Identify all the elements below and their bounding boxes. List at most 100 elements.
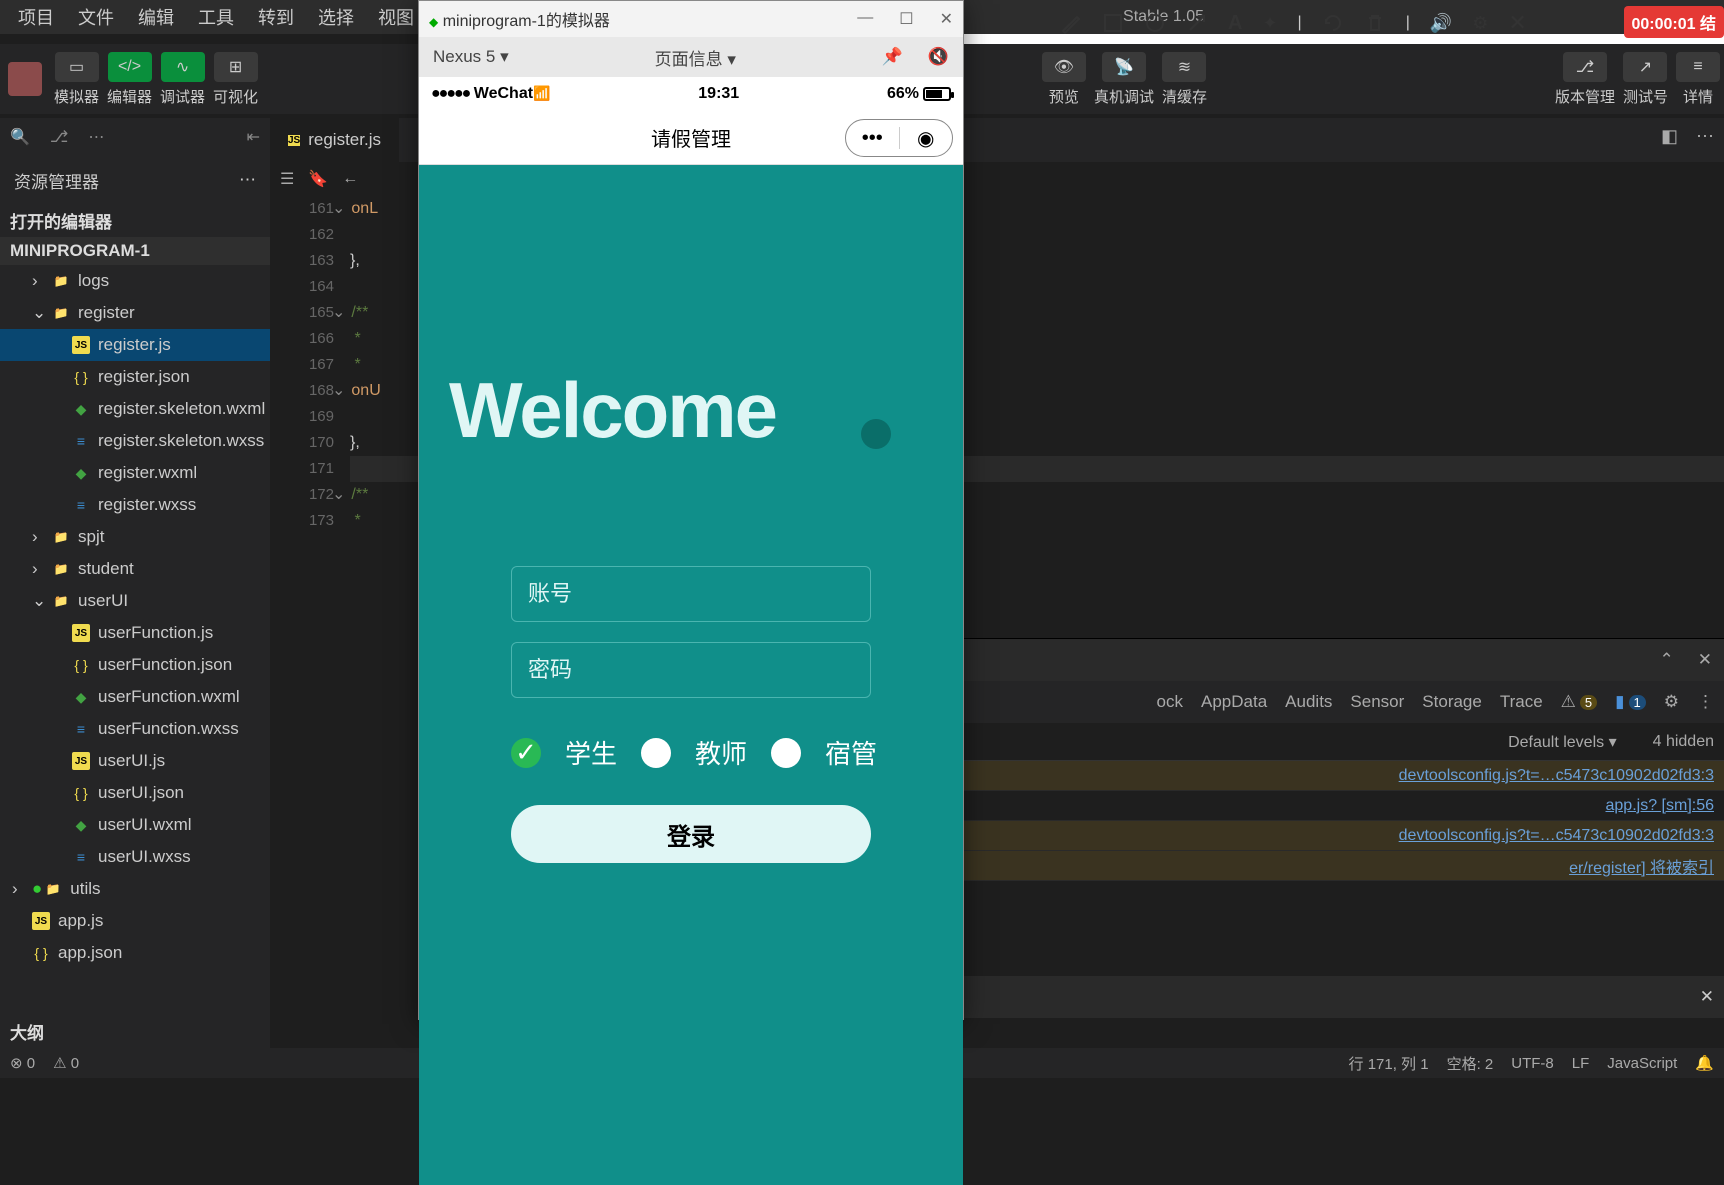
status-bell-icon[interactable]: 🔔 (1695, 1054, 1714, 1072)
subtab-storage[interactable]: Storage (1422, 692, 1482, 712)
status-warnings[interactable]: ⚠ 0 (53, 1054, 79, 1072)
sim-close-icon[interactable]: ✕ (940, 9, 953, 29)
drawer-close-icon[interactable]: ✕ (1700, 987, 1714, 1007)
visual-toggle[interactable]: ⊞可视化 (213, 52, 258, 107)
file-app.js[interactable]: JSapp.js (0, 905, 270, 937)
subtab-trace[interactable]: Trace (1500, 692, 1543, 712)
sim-titlebar[interactable]: ◆ miniprogram-1的模拟器 — ☐ ✕ (419, 1, 963, 37)
folder-student[interactable]: ›📁student (0, 553, 270, 585)
outline-section[interactable]: 大纲 (0, 1015, 270, 1048)
list-icon[interactable]: ☰ (280, 169, 294, 189)
subtab-mock[interactable]: ock (1157, 692, 1183, 712)
trash-icon[interactable] (1364, 12, 1386, 34)
file-userFunction.wxss[interactable]: ≡userFunction.wxss (0, 713, 270, 745)
file-register.wxml[interactable]: ◆register.wxml (0, 457, 270, 489)
volume-icon[interactable]: 🔊 (1430, 13, 1452, 34)
file-userFunction.js[interactable]: JSuserFunction.js (0, 617, 270, 649)
status-language[interactable]: JavaScript (1607, 1055, 1677, 1072)
username-input[interactable] (511, 566, 871, 622)
sim-pageinfo-select[interactable]: 页面信息 ▾ (655, 45, 736, 70)
menu-view[interactable]: 视图 (366, 0, 426, 34)
menu-project[interactable]: 项目 (6, 0, 66, 34)
more-icon[interactable]: ⋯ (88, 127, 104, 147)
chevron-up-icon[interactable]: ⌃ (1648, 650, 1686, 670)
folder-register[interactable]: ⌄📁register (0, 297, 270, 329)
capsule-close-icon[interactable]: ◉ (900, 126, 953, 151)
login-button[interactable]: 登录 (511, 805, 871, 863)
file-register.js[interactable]: JSregister.js (0, 329, 270, 361)
subtab-audits[interactable]: Audits (1285, 692, 1332, 712)
file-userUI.js[interactable]: JSuserUI.js (0, 745, 270, 777)
undo-icon[interactable] (1322, 12, 1344, 34)
pen-icon[interactable] (1060, 12, 1082, 34)
menu-goto[interactable]: 转到 (246, 0, 306, 34)
branch-icon[interactable]: ⎇ (50, 127, 68, 147)
file-register.skeleton.wxss[interactable]: ≡register.skeleton.wxss (0, 425, 270, 457)
clear-cache-button[interactable]: ≋清缓存 (1162, 52, 1207, 107)
text-icon[interactable]: A (1228, 12, 1242, 35)
sim-device-select[interactable]: Nexus 5 ▾ (433, 47, 509, 67)
editor-tab[interactable]: JS register.js (270, 118, 399, 162)
bookmark-icon[interactable]: 🔖 (308, 169, 328, 189)
sim-min-icon[interactable]: — (857, 9, 873, 29)
folder-logs[interactable]: ›📁logs (0, 265, 270, 297)
menu-select[interactable]: 选择 (306, 0, 366, 34)
password-input[interactable] (511, 642, 871, 698)
file-userUI.json[interactable]: { }userUI.json (0, 777, 270, 809)
status-indent[interactable]: 空格: 2 (1447, 1053, 1494, 1074)
simulator-toggle[interactable]: ▭模拟器 (54, 52, 99, 107)
project-section[interactable]: MINIPROGRAM-1 (0, 237, 270, 265)
menu-tools[interactable]: 工具 (186, 0, 246, 34)
close-panel-icon[interactable]: ✕ (1686, 650, 1724, 670)
magic-icon[interactable]: ✦ (1262, 13, 1277, 34)
search-icon[interactable]: 🔍 (10, 127, 30, 147)
file-userFunction.wxml[interactable]: ◆userFunction.wxml (0, 681, 270, 713)
status-cursor[interactable]: 行 171, 列 1 (1349, 1053, 1429, 1074)
levels-dropdown[interactable]: Default levels ▾ (1508, 732, 1617, 752)
square-icon[interactable] (1102, 12, 1124, 34)
split-editor-icon[interactable]: ◧ (1661, 126, 1678, 147)
folder-utils[interactable]: ›●📁utils (0, 873, 270, 905)
editor-toggle[interactable]: </>编辑器 (107, 52, 152, 107)
radio-student[interactable]: ✓ (511, 738, 541, 768)
sim-pin-icon[interactable]: 📌 (882, 47, 903, 66)
devtools-gear-icon[interactable]: ⚙ (1664, 692, 1679, 712)
file-register.json[interactable]: { }register.json (0, 361, 270, 393)
file-userUI.wxss[interactable]: ≡userUI.wxss (0, 841, 270, 873)
preview-button[interactable]: 👁预览 (1042, 52, 1086, 107)
test-account-button[interactable]: ↗测试号 (1623, 52, 1668, 107)
status-encoding[interactable]: UTF-8 (1511, 1055, 1554, 1072)
rec-timer[interactable]: 00:00:01 结 (1624, 6, 1724, 38)
status-eol[interactable]: LF (1572, 1055, 1590, 1072)
sim-max-icon[interactable]: ☐ (899, 9, 913, 29)
menu-file[interactable]: 文件 (66, 0, 126, 34)
remote-debug-button[interactable]: 📡真机调试 (1094, 52, 1154, 107)
user-avatar[interactable] (8, 62, 42, 96)
devtools-kebab-icon[interactable]: ⋮ (1697, 692, 1714, 712)
debugger-toggle[interactable]: ∿调试器 (160, 52, 205, 107)
collapse-icon[interactable]: ⇤ (247, 127, 260, 147)
file-register.skeleton.wxml[interactable]: ◆register.skeleton.wxml (0, 393, 270, 425)
folder-userUI[interactable]: ⌄📁userUI (0, 585, 270, 617)
back-icon[interactable]: ← (342, 170, 358, 188)
details-button[interactable]: ≡详情 (1676, 52, 1720, 107)
circle-icon[interactable] (1144, 12, 1166, 34)
explorer-more-icon[interactable]: ⋯ (239, 170, 256, 190)
close-recorder-icon[interactable]: ✕ (1508, 10, 1526, 36)
file-userFunction.json[interactable]: { }userFunction.json (0, 649, 270, 681)
radio-teacher[interactable] (641, 738, 671, 768)
folder-spjt[interactable]: ›📁spjt (0, 521, 270, 553)
arrow-icon[interactable] (1186, 12, 1208, 34)
radio-dorm[interactable] (771, 738, 801, 768)
open-editors-section[interactable]: 打开的编辑器 (0, 204, 270, 237)
subtab-sensor[interactable]: Sensor (1350, 692, 1404, 712)
file-userUI.wxml[interactable]: ◆userUI.wxml (0, 809, 270, 841)
subtab-appdata[interactable]: AppData (1201, 692, 1267, 712)
version-manage-button[interactable]: ⎇版本管理 (1555, 52, 1615, 107)
file-app.json[interactable]: { }app.json (0, 937, 270, 969)
menu-edit[interactable]: 编辑 (126, 0, 186, 34)
capsule-menu-icon[interactable]: ••• (846, 127, 899, 150)
status-errors[interactable]: ⊗ 0 (10, 1054, 35, 1072)
sim-mute-icon[interactable]: 🔇 (928, 47, 949, 66)
file-register.wxss[interactable]: ≡register.wxss (0, 489, 270, 521)
